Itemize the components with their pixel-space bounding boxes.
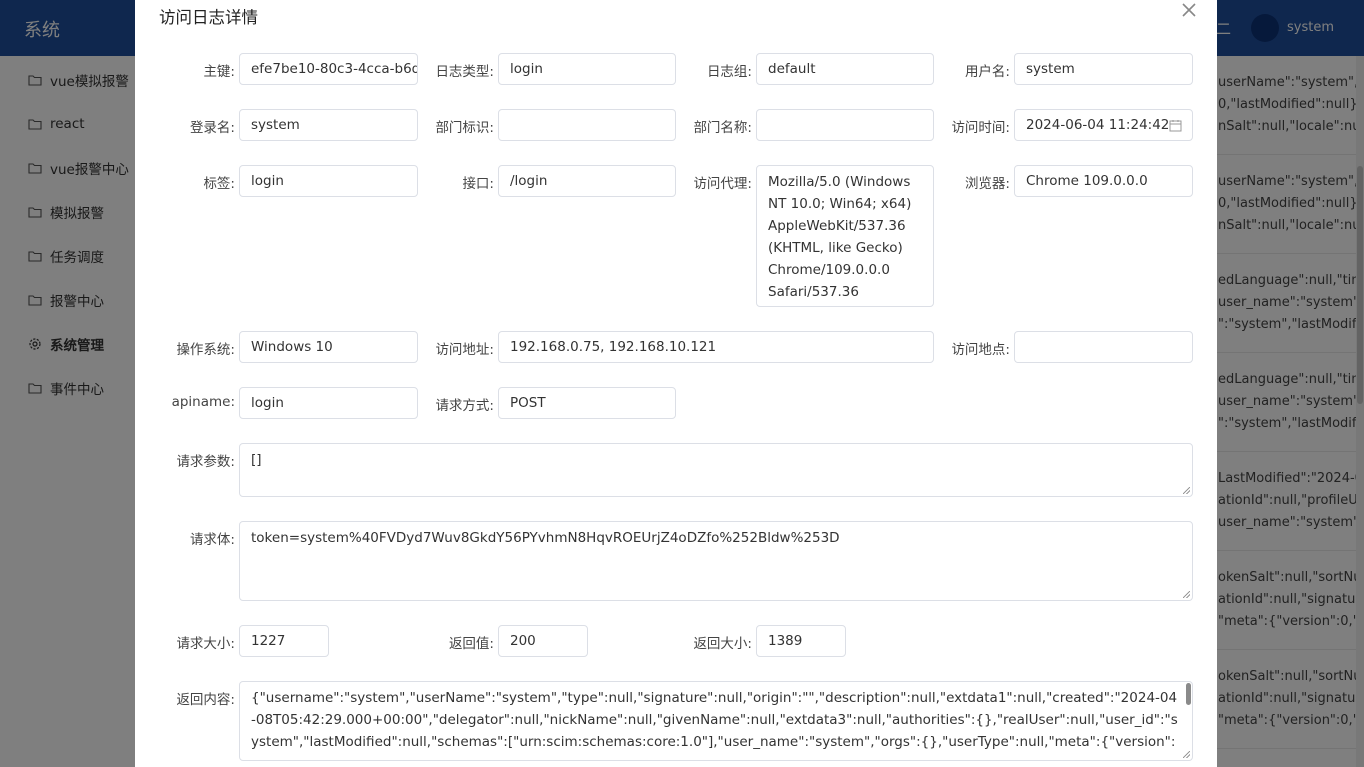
apiname-label: apiname: — [171, 394, 235, 410]
id-label: 主键: — [203, 64, 235, 80]
api-field[interactable]: /login — [498, 165, 676, 197]
login-name-field[interactable]: system — [239, 109, 418, 141]
dept-id-field[interactable] — [498, 109, 676, 141]
req-size-field[interactable]: 1227 — [239, 625, 329, 657]
id-field[interactable]: efe7be10-80c3-4cca-b6d — [239, 53, 418, 85]
os-label: 操作系统: — [176, 342, 235, 358]
method-field[interactable]: POST — [498, 387, 676, 419]
api-label: 接口: — [462, 176, 494, 192]
close-icon[interactable] — [1180, 1, 1198, 19]
access-log-detail-dialog: 访问日志详情 主键: efe7be10-80c3-4cca-b6d 日志类型: … — [135, 0, 1217, 767]
calendar-icon[interactable] — [1169, 119, 1182, 132]
access-time-label: 访问时间: — [951, 120, 1010, 136]
body-textarea[interactable]: token=system%40FVDyd7Wuv8GkdY56PYvhmN8Hq… — [239, 521, 1193, 601]
dept-id-label: 部门标识: — [435, 120, 494, 136]
tag-label: 标签: — [203, 176, 235, 192]
log-group-field[interactable]: default — [756, 53, 934, 85]
params-textarea[interactable]: [] — [239, 443, 1193, 497]
response-label: 返回内容: — [176, 692, 235, 708]
access-time-value: 2024-06-04 11:24:42 — [1026, 117, 1170, 133]
browser-field[interactable]: Chrome 109.0.0.0 — [1014, 165, 1193, 197]
address-field[interactable]: 192.168.0.75, 192.168.10.121 — [498, 331, 934, 363]
username-field[interactable]: system — [1014, 53, 1193, 85]
access-time-picker[interactable]: 2024-06-04 11:24:42 — [1014, 109, 1193, 141]
ret-value-label: 返回值: — [448, 636, 494, 652]
response-content: {"username":"system","userName":"system"… — [251, 690, 1178, 757]
log-type-field[interactable]: login — [498, 53, 676, 85]
body-label: 请求体: — [189, 532, 235, 548]
apiname-field[interactable]: login — [239, 387, 418, 419]
login-name-label: 登录名: — [189, 120, 235, 136]
username-label: 用户名: — [964, 64, 1010, 80]
os-field[interactable]: Windows 10 — [239, 331, 418, 363]
location-label: 访问地点: — [951, 342, 1010, 358]
ret-size-field[interactable]: 1389 — [756, 625, 846, 657]
browser-label: 浏览器: — [964, 176, 1010, 192]
log-type-label: 日志类型: — [435, 64, 494, 80]
params-label: 请求参数: — [176, 454, 235, 470]
location-field[interactable] — [1014, 331, 1193, 363]
dept-name-field[interactable] — [756, 109, 934, 141]
dialog-title: 访问日志详情 — [159, 8, 258, 27]
ret-value-field[interactable]: 200 — [498, 625, 588, 657]
tag-field[interactable]: login — [239, 165, 418, 197]
user-agent-label: 访问代理: — [693, 176, 752, 192]
log-group-label: 日志组: — [706, 64, 752, 80]
method-label: 请求方式: — [435, 398, 494, 414]
response-scrollbar[interactable] — [1186, 683, 1191, 705]
user-agent-field[interactable]: Mozilla/5.0 (Windows NT 10.0; Win64; x64… — [756, 165, 934, 307]
req-size-label: 请求大小: — [176, 636, 235, 652]
ret-size-label: 返回大小: — [693, 636, 752, 652]
dept-name-label: 部门名称: — [693, 120, 752, 136]
address-label: 访问地址: — [435, 342, 494, 358]
